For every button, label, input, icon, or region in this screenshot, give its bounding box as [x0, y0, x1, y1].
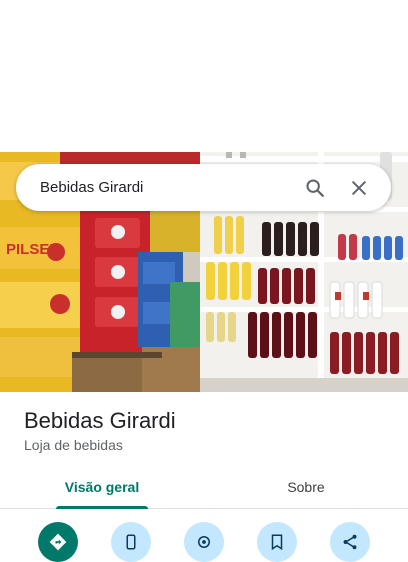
- place-tabs: Visão geral Sobre: [0, 466, 408, 509]
- phone-icon: [126, 534, 136, 550]
- tab-about-label: Sobre: [287, 479, 325, 495]
- action-buttons-row: [0, 522, 408, 562]
- clear-search-button[interactable]: [341, 170, 377, 206]
- share-icon: [343, 534, 357, 550]
- share-button[interactable]: [330, 522, 370, 562]
- call-button[interactable]: [111, 522, 151, 562]
- save-button[interactable]: [257, 522, 297, 562]
- tab-overview[interactable]: Visão geral: [0, 466, 204, 509]
- map-area: [0, 0, 408, 152]
- directions-icon: [49, 533, 67, 551]
- place-title: Bebidas Girardi: [24, 408, 176, 433]
- search-bar[interactable]: Bebidas Girardi: [16, 164, 391, 211]
- save-icon: [271, 534, 283, 551]
- close-icon: [352, 180, 366, 195]
- navigate-button[interactable]: [184, 522, 224, 562]
- search-icon: [306, 178, 324, 197]
- directions-button[interactable]: [38, 522, 78, 562]
- place-category: Loja de bebidas: [24, 437, 123, 453]
- active-tab-indicator: [56, 506, 148, 509]
- search-input[interactable]: Bebidas Girardi: [40, 179, 289, 196]
- tab-overview-label: Visão geral: [64, 479, 140, 495]
- tab-about[interactable]: Sobre: [204, 466, 408, 508]
- search-button[interactable]: [297, 170, 333, 206]
- navigation-icon: [198, 536, 210, 548]
